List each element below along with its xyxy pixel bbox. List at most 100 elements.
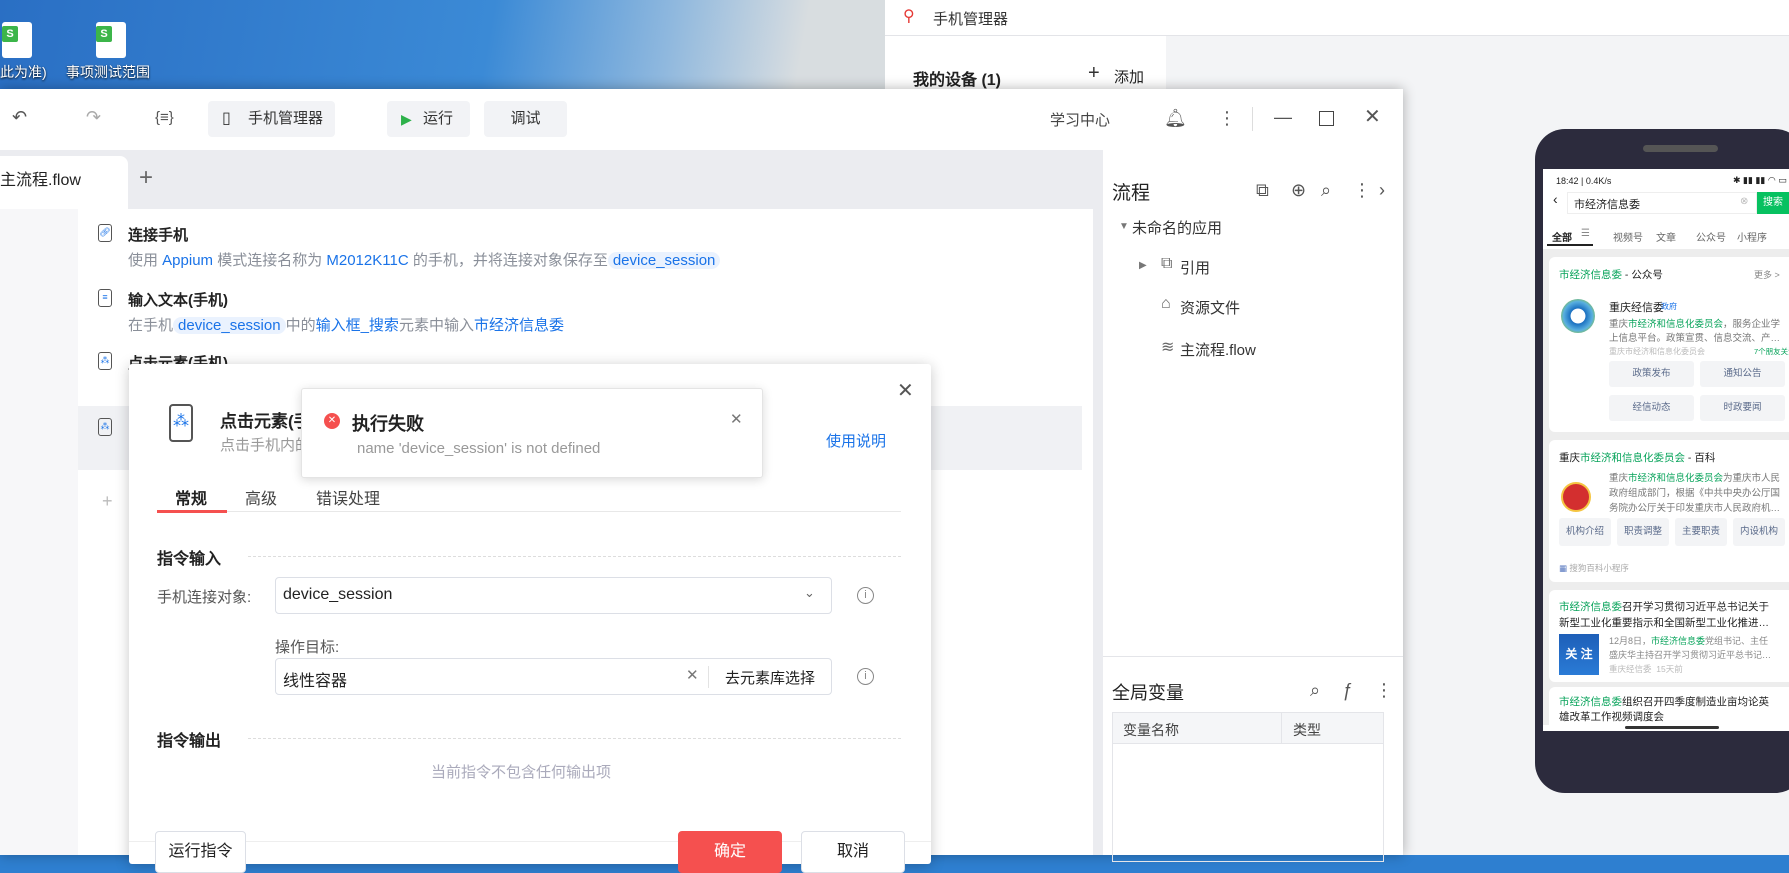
- snippet-highlight: 市经济信息委: [1651, 636, 1706, 646]
- plus-icon[interactable]: +: [1088, 62, 1100, 85]
- run-button[interactable]: ▶ 运行: [387, 101, 470, 137]
- variable-chip: device_session: [173, 317, 286, 334]
- desc: 为重庆市人民: [1723, 473, 1781, 484]
- reference-icon: ⧉: [1161, 255, 1173, 272]
- run-command-button[interactable]: 运行指令: [155, 831, 246, 873]
- tap-icon: ⁂: [169, 404, 193, 442]
- phone-tab[interactable]: 视频号: [1613, 229, 1643, 244]
- step-param: 输入框_搜索: [315, 317, 399, 334]
- phone-screen[interactable]: 18:42 | 0.4K/s ✱ ▮▮ ▮▮ ◠ ▭ ‹ 市经济信息委 ⊗ 搜索…: [1543, 169, 1789, 731]
- phone-tab[interactable]: 文章: [1656, 229, 1676, 244]
- close-icon[interactable]: ✕: [1364, 107, 1381, 127]
- tree-item-app[interactable]: 未命名的应用: [1132, 217, 1222, 238]
- clear-icon[interactable]: ✕: [686, 666, 699, 684]
- device-session-select[interactable]: device_session ⌄: [275, 577, 832, 614]
- learning-center-link[interactable]: 学习中心: [1050, 109, 1110, 130]
- tree-item-resources[interactable]: 资源文件: [1180, 297, 1240, 318]
- desktop-icon-label: 事项测试范围: [66, 64, 150, 80]
- card-title: 市经济信息委: [1559, 269, 1622, 281]
- tree-item-main-flow[interactable]: 主流程.flow: [1180, 339, 1256, 360]
- more-link[interactable]: 更多 >: [1754, 268, 1780, 281]
- search-icon[interactable]: ⌕: [1321, 180, 1331, 200]
- spreadsheet-file-icon[interactable]: S: [96, 22, 126, 58]
- variables-icon[interactable]: {≡}: [155, 108, 174, 128]
- pick-from-library-button[interactable]: 去元素库选择: [725, 667, 815, 688]
- more-icon[interactable]: ⋮: [1353, 180, 1371, 200]
- source-label: 搜狗百科小程序: [1569, 563, 1629, 573]
- desc: 务院办公厅关于印发重庆市人民政府机…: [1609, 503, 1781, 514]
- tab-error-handling[interactable]: 错误处理: [316, 485, 380, 509]
- tab-main-flow[interactable]: 主流程.flow: [0, 156, 128, 209]
- close-icon[interactable]: ✕: [897, 378, 914, 403]
- bell-icon[interactable]: 🔔︎: [1164, 108, 1187, 128]
- caret-right-icon[interactable]: ▶: [1139, 260, 1147, 271]
- desc: ，服务企业学: [1723, 319, 1781, 330]
- caret-down-icon[interactable]: ▼: [1119, 221, 1129, 232]
- add-device-button[interactable]: 添加: [1114, 66, 1144, 87]
- step-desc: 使用: [128, 252, 163, 269]
- add-python-icon[interactable]: ⊕: [1291, 180, 1306, 200]
- menu-button[interactable]: 机构介绍: [1559, 518, 1611, 546]
- desktop-icon-label: 此为准): [0, 64, 47, 80]
- desc: 政府组成部门，根据《中共中央办公厅国: [1609, 488, 1781, 499]
- target-value: 线性容器: [283, 673, 348, 690]
- tree-item-references[interactable]: 引用: [1180, 257, 1210, 278]
- menu-button[interactable]: 职责调整: [1617, 518, 1669, 546]
- mini-program-icon: ▦: [1559, 563, 1570, 573]
- more-icon[interactable]: ⋮: [1375, 680, 1393, 700]
- spreadsheet-file-icon[interactable]: S: [2, 22, 32, 58]
- add-step-icon[interactable]: +: [102, 491, 113, 512]
- undo-icon[interactable]: ↶: [12, 107, 27, 127]
- add-tab-button[interactable]: +: [139, 164, 153, 192]
- menu-button[interactable]: 经信动态: [1609, 395, 1694, 421]
- chevron-down-icon: ⌄: [804, 585, 815, 600]
- result-card-article[interactable]: 市经济信息委召开学习贯彻习近平总书记关于 新型工业化重要指示和全国新型工业化推进…: [1549, 590, 1789, 682]
- help-link[interactable]: 使用说明: [826, 430, 886, 451]
- maximize-icon[interactable]: [1319, 111, 1334, 126]
- right-panel: 流程 ⧉ ⊕ ⌕ ⋮ › ▼ 未命名的应用 ▶ ⧉ 引用 ⌂ 资源文件 ≋ 主流…: [1093, 150, 1403, 862]
- desc-highlight: 市经济和信息化委员会: [1628, 319, 1724, 330]
- phone-tab[interactable]: 公众号: [1696, 229, 1726, 244]
- menu-button[interactable]: 时政要闻: [1700, 395, 1785, 421]
- tab-advanced[interactable]: 高级: [245, 485, 277, 509]
- redo-icon[interactable]: ↷: [86, 107, 101, 127]
- target-element-input[interactable]: 线性容器 ✕ 去元素库选择: [275, 658, 832, 695]
- menu-button[interactable]: 内设机构: [1733, 518, 1785, 546]
- filter-icon[interactable]: ☰: [1581, 228, 1590, 239]
- result-card-official-account[interactable]: 市经济信息委 - 公众号 更多 > 重庆经信委 政府 重庆市经济和信息化委员会，…: [1549, 257, 1789, 432]
- phone-search-button[interactable]: 搜索: [1757, 192, 1789, 214]
- add-function-icon[interactable]: ƒ: [1342, 680, 1352, 700]
- more-icon[interactable]: ⋮: [1218, 108, 1236, 128]
- step-desc: 在手机: [128, 317, 174, 334]
- desc: 重庆: [1609, 319, 1629, 330]
- empty-output-text: 当前指令不包含任何输出项: [431, 764, 612, 781]
- result-card-encyclopedia[interactable]: 重庆市经济和信息化委员会 - 百科 重庆市经济和信息化委员会为重庆市人民 政府组…: [1549, 440, 1789, 582]
- card-title-suffix: - 公众号: [1622, 269, 1663, 281]
- search-icon[interactable]: ⌕: [1310, 680, 1320, 700]
- friends-follow: 7个朋友关注: [1754, 347, 1789, 356]
- emblem-image: [1561, 482, 1591, 512]
- phone-tab[interactable]: 小程序: [1737, 229, 1767, 244]
- toast-close-icon[interactable]: ✕: [730, 410, 743, 428]
- phone-search-input[interactable]: 市经济信息委: [1574, 196, 1640, 212]
- add-flow-icon[interactable]: ⧉: [1256, 180, 1269, 200]
- target-label: 操作目标:: [275, 639, 340, 656]
- tab-general[interactable]: 常规: [175, 485, 207, 509]
- article-source: 重庆经信委: [1609, 664, 1652, 674]
- phone-manager-button[interactable]: ▯ 手机管理器: [208, 101, 335, 137]
- menu-button[interactable]: 通知公告: [1700, 361, 1785, 387]
- clear-icon[interactable]: ⊗: [1740, 196, 1748, 207]
- info-icon[interactable]: i: [857, 587, 874, 604]
- back-icon[interactable]: ‹: [1553, 191, 1558, 207]
- phone-tab[interactable]: 全部: [1552, 229, 1572, 244]
- menu-button[interactable]: 主要职责: [1675, 518, 1727, 546]
- debug-button[interactable]: 调试: [484, 101, 567, 137]
- card-title: 重庆: [1559, 452, 1580, 464]
- cancel-button[interactable]: 取消: [801, 831, 905, 873]
- edit-icon: ≡: [98, 289, 112, 307]
- minimize-icon[interactable]: —: [1274, 107, 1292, 127]
- menu-button[interactable]: 政策发布: [1609, 361, 1694, 387]
- info-icon[interactable]: i: [857, 668, 874, 685]
- chevron-right-icon[interactable]: ›: [1379, 180, 1385, 200]
- confirm-button[interactable]: 确定: [678, 831, 782, 873]
